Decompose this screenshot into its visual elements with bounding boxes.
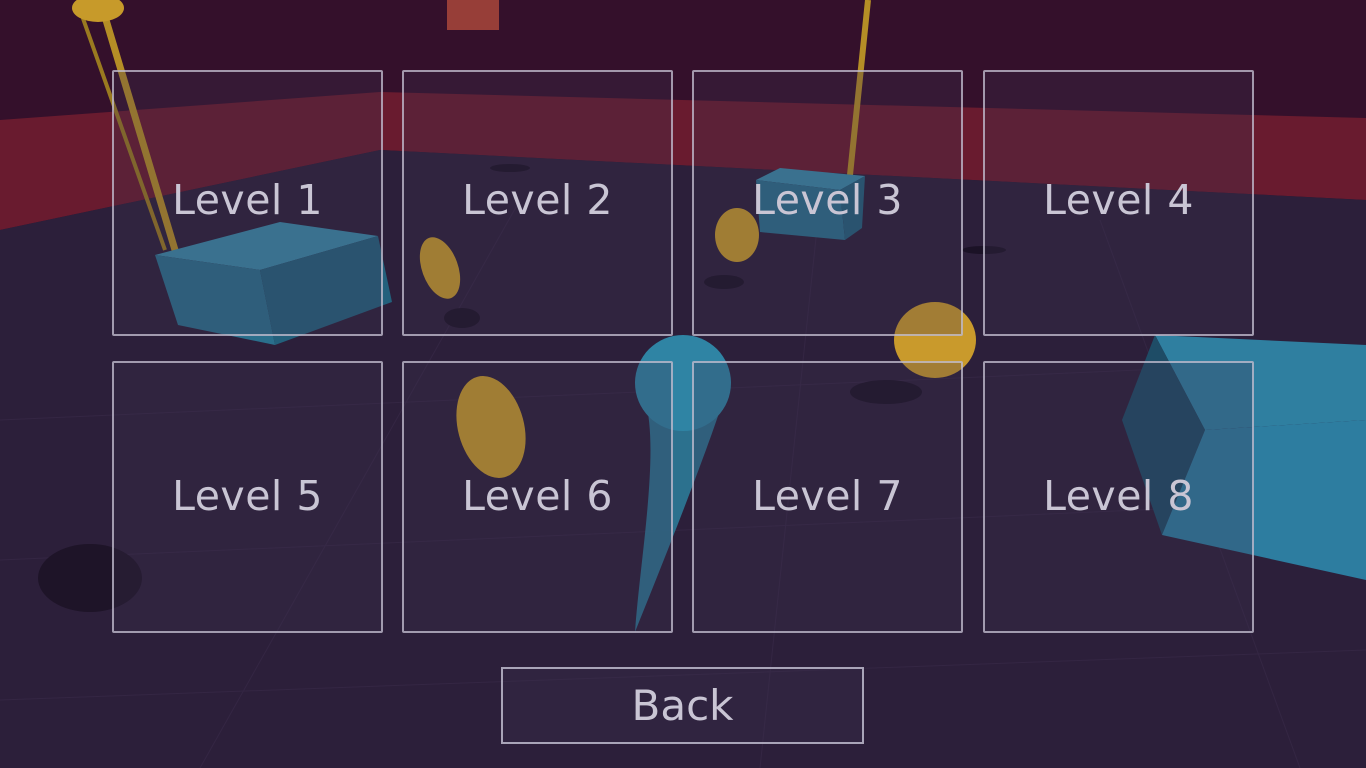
level-2-label: Level 2 bbox=[462, 176, 613, 224]
back-button[interactable]: Back bbox=[501, 667, 864, 744]
level-8-button[interactable]: Level 8 bbox=[983, 361, 1254, 633]
level-7-label: Level 7 bbox=[752, 472, 903, 520]
back-button-label: Back bbox=[631, 681, 734, 730]
level-1-button[interactable]: Level 1 bbox=[112, 70, 383, 336]
level-3-label: Level 3 bbox=[752, 176, 903, 224]
level-1-label: Level 1 bbox=[172, 176, 323, 224]
level-5-button[interactable]: Level 5 bbox=[112, 361, 383, 633]
level-6-button[interactable]: Level 6 bbox=[402, 361, 673, 633]
level-3-button[interactable]: Level 3 bbox=[692, 70, 963, 336]
level-6-label: Level 6 bbox=[462, 472, 613, 520]
level-2-button[interactable]: Level 2 bbox=[402, 70, 673, 336]
level-4-button[interactable]: Level 4 bbox=[983, 70, 1254, 336]
level-4-label: Level 4 bbox=[1043, 176, 1194, 224]
level-5-label: Level 5 bbox=[172, 472, 323, 520]
level-7-button[interactable]: Level 7 bbox=[692, 361, 963, 633]
level-8-label: Level 8 bbox=[1043, 472, 1194, 520]
